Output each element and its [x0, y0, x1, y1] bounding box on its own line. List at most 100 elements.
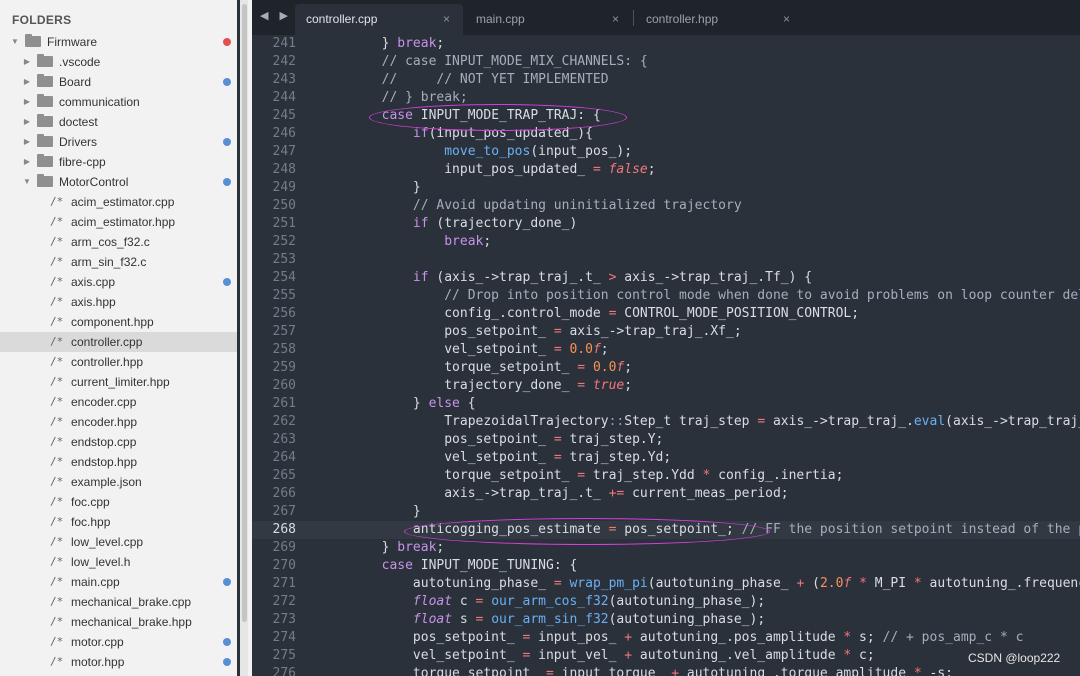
file-item-current-limiter-hpp[interactable]: /* current_limiter.hpp	[0, 372, 237, 392]
code-line[interactable]: 244 // } break;	[252, 89, 1080, 107]
line-number: 255	[272, 288, 296, 303]
code-line[interactable]: 274 pos_setpoint_ = input_pos_ + autotun…	[252, 629, 1080, 647]
code-line[interactable]: 260 trajectory_done_ = true;	[252, 377, 1080, 395]
code-line[interactable]: 251 if (trajectory_done_)	[252, 215, 1080, 233]
disclosure-collapsed-icon[interactable]: ▶	[22, 112, 32, 132]
code-line[interactable]: 256 config_.control_mode = CONTROL_MODE_…	[252, 305, 1080, 323]
file-item-component-hpp[interactable]: /* component.hpp	[0, 312, 237, 332]
code-text: float c = our_arm_cos_f32(autotuning_pha…	[319, 593, 765, 611]
code-line[interactable]: 242 // case INPUT_MODE_MIX_CHANNELS: {	[252, 53, 1080, 71]
folder-item--vscode[interactable]: ▶ .vscode	[0, 52, 237, 72]
disclosure-expanded-icon[interactable]: ▼	[10, 32, 20, 52]
code-line[interactable]: 257 pos_setpoint_ = axis_->trap_traj_.Xf…	[252, 323, 1080, 341]
file-item-foc-hpp[interactable]: /* foc.hpp	[0, 512, 237, 532]
line-number: 258	[272, 342, 296, 357]
tab-nav-arrows-icon[interactable]: ◀ ▶	[260, 9, 292, 22]
status-dot-icon	[223, 178, 231, 186]
file-item-mechanical-brake-hpp[interactable]: /* mechanical_brake.hpp	[0, 612, 237, 632]
file-item-example-json[interactable]: /* example.json	[0, 472, 237, 492]
file-item-acim-estimator-hpp[interactable]: /* acim_estimator.hpp	[0, 212, 237, 232]
file-item-encoder-hpp[interactable]: /* encoder.hpp	[0, 412, 237, 432]
code-line[interactable]: 247 move_to_pos(input_pos_);	[252, 143, 1080, 161]
code-line[interactable]: 276 torque_setpoint_ = input_torque_ + a…	[252, 665, 1080, 676]
folder-item-firmware[interactable]: ▼ Firmware	[0, 32, 237, 52]
file-item-motor-hpp[interactable]: /* motor.hpp	[0, 652, 237, 672]
file-item-axis-cpp[interactable]: /* axis.cpp	[0, 272, 237, 292]
disclosure-collapsed-icon[interactable]: ▶	[22, 72, 32, 92]
folder-item-drivers[interactable]: ▶ Drivers	[0, 132, 237, 152]
file-item-arm-sin-f32-c[interactable]: /* arm_sin_f32.c	[0, 252, 237, 272]
tab-controller-cpp[interactable]: controller.cpp ×	[295, 4, 463, 35]
code-token: (	[804, 576, 820, 591]
code-line[interactable]: 248 input_pos_updated_ = false;	[252, 161, 1080, 179]
code-line[interactable]: 266 axis_->trap_traj_.t_ += current_meas…	[252, 485, 1080, 503]
code-token: input_vel_	[530, 648, 625, 663]
code-text: }	[319, 179, 421, 197]
folder-item-fibre-cpp[interactable]: ▶ fibre-cpp	[0, 152, 237, 172]
code-token: case	[381, 558, 413, 573]
folder-item-communication[interactable]: ▶ communication	[0, 92, 237, 112]
code-line[interactable]: 241 } break;	[252, 35, 1080, 53]
tab-close-icon[interactable]: ×	[783, 4, 790, 34]
disclosure-collapsed-icon[interactable]: ▶	[22, 52, 32, 72]
disclosure-collapsed-icon[interactable]: ▶	[22, 132, 32, 152]
file-item-low-level-cpp[interactable]: /* low_level.cpp	[0, 532, 237, 552]
code-token: torque_setpoint_	[319, 468, 578, 483]
code-line[interactable]: 275 vel_setpoint_ = input_vel_ + autotun…	[252, 647, 1080, 665]
tab-close-icon[interactable]: ×	[612, 4, 619, 34]
code-line[interactable]: 264 vel_setpoint_ = traj_step.Yd;	[252, 449, 1080, 467]
code-token: *	[859, 576, 867, 591]
file-item-endstop-cpp[interactable]: /* endstop.cpp	[0, 432, 237, 452]
code-line[interactable]: 243 // // NOT YET IMPLEMENTED	[252, 71, 1080, 89]
code-editor[interactable]: 241 } break; 242 // case INPUT_MODE_MIX_C…	[252, 35, 1080, 676]
code-line[interactable]: 255 // Drop into position control mode w…	[252, 287, 1080, 305]
disclosure-collapsed-icon[interactable]: ▶	[22, 152, 32, 172]
file-item-endstop-hpp[interactable]: /* endstop.hpp	[0, 452, 237, 472]
status-dot-icon	[223, 638, 231, 646]
file-item-arm-cos-f32-c[interactable]: /* arm_cos_f32.c	[0, 232, 237, 252]
sidebar-scrollbar-thumb[interactable]	[242, 4, 247, 622]
code-line[interactable]: 259 torque_setpoint_ = 0.0f;	[252, 359, 1080, 377]
file-item-low-level-h[interactable]: /* low_level.h	[0, 552, 237, 572]
disclosure-expanded-icon[interactable]: ▼	[22, 172, 32, 192]
tab-main-cpp[interactable]: main.cpp ×	[465, 4, 633, 35]
file-item-encoder-cpp[interactable]: /* encoder.cpp	[0, 392, 237, 412]
file-item-acim-estimator-cpp[interactable]: /* acim_estimator.cpp	[0, 192, 237, 212]
code-line[interactable]: 249 }	[252, 179, 1080, 197]
file-item-controller-hpp[interactable]: /* controller.hpp	[0, 352, 237, 372]
tab-close-icon[interactable]: ×	[443, 4, 450, 34]
code-line[interactable]: 265 torque_setpoint_ = traj_step.Ydd * c…	[252, 467, 1080, 485]
code-line[interactable]: 267 }	[252, 503, 1080, 521]
folder-item-board[interactable]: ▶ Board	[0, 72, 237, 92]
code-line[interactable]: 272 float c = our_arm_cos_f32(autotuning…	[252, 593, 1080, 611]
code-token: c;	[851, 648, 875, 663]
folder-icon	[37, 94, 53, 107]
code-line[interactable]: 270 case INPUT_MODE_TUNING: {	[252, 557, 1080, 575]
file-item-main-cpp[interactable]: /* main.cpp	[0, 572, 237, 592]
code-line[interactable]: 271 autotuning_phase_ = wrap_pm_pi(autot…	[252, 575, 1080, 593]
tab-controller-hpp[interactable]: controller.hpp ×	[635, 4, 803, 35]
file-item-axis-hpp[interactable]: /* axis.hpp	[0, 292, 237, 312]
folder-item-motorcontrol[interactable]: ▼ MotorControl	[0, 172, 237, 192]
code-token: float	[412, 594, 453, 609]
disclosure-collapsed-icon[interactable]: ▶	[22, 92, 32, 112]
code-line[interactable]: 246 if(input_pos_updated_){	[252, 125, 1080, 143]
code-token: break	[397, 36, 437, 51]
code-line[interactable]: 250 // Avoid updating uninitialized traj…	[252, 197, 1080, 215]
code-line[interactable]: 253	[252, 251, 1080, 269]
code-line[interactable]: 261 } else {	[252, 395, 1080, 413]
folder-item-doctest[interactable]: ▶ doctest	[0, 112, 237, 132]
code-token: torque_setpoint_	[319, 360, 578, 375]
code-line[interactable]: 252 break;	[252, 233, 1080, 251]
code-line[interactable]: 254 if (axis_->trap_traj_.t_ > axis_->tr…	[252, 269, 1080, 287]
file-item-mechanical-brake-cpp[interactable]: /* mechanical_brake.cpp	[0, 592, 237, 612]
file-item-motor-cpp[interactable]: /* motor.cpp	[0, 632, 237, 652]
code-line[interactable]: 258 vel_setpoint_ = 0.0f;	[252, 341, 1080, 359]
file-item-controller-cpp[interactable]: /* controller.cpp	[0, 332, 237, 352]
code-line[interactable]: 273 float s = our_arm_sin_f32(autotuning…	[252, 611, 1080, 629]
code-line[interactable]: 262 TrapezoidalTrajectory::Step_t traj_s…	[252, 413, 1080, 431]
file-icon: /*	[50, 455, 64, 468]
code-line[interactable]: 263 pos_setpoint_ = traj_step.Y;	[252, 431, 1080, 449]
file-item-foc-cpp[interactable]: /* foc.cpp	[0, 492, 237, 512]
